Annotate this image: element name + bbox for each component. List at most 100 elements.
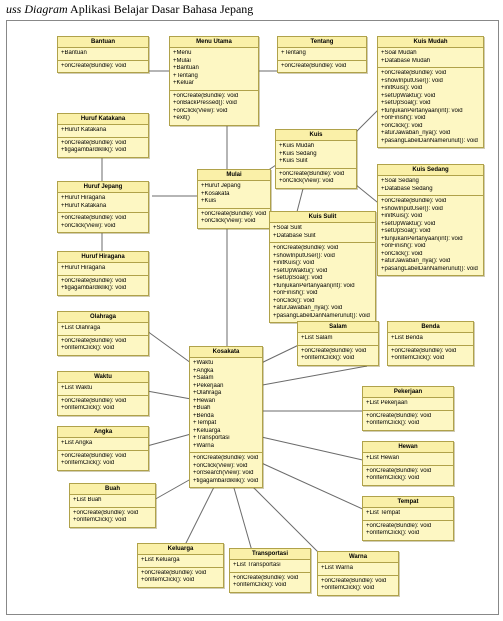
caption-italic: uss Diagram	[6, 2, 68, 16]
class-title: Kuis Sedang	[378, 165, 483, 176]
op-row: +setUpWaktu(): void	[381, 93, 480, 101]
attr-row: +List Hewan	[366, 455, 450, 463]
op-row: +onCreate(Bundle): void	[281, 63, 363, 71]
attr-row: +List Waktu	[61, 385, 145, 393]
class-attributes: +Soal Sedang+Database Sedang	[378, 176, 483, 196]
class-title: Tempat	[363, 497, 453, 508]
diagram-caption: uss Diagram Aplikasi Belajar Dasar Bahas…	[0, 0, 503, 17]
class-title: Benda	[388, 322, 473, 333]
attr-row: +Huruf Jepang	[201, 183, 267, 191]
class-huruf-katakana: Huruf Katakana+Huruf Katakana+onCreate(B…	[57, 113, 149, 158]
class-attributes: +List Keluarga	[138, 555, 223, 568]
op-row: +initKuis(): void	[381, 85, 480, 93]
class-attributes: +List Hewan	[363, 453, 453, 466]
class-attributes: +List Buah	[70, 495, 155, 508]
op-row: +onFinish(): void	[273, 290, 372, 298]
class-huruf-hiragana: Huruf Hiragana+Huruf Hiragana+onCreate(B…	[57, 251, 149, 296]
class-kosakata: Kosakata+Waktu+Angka+Salam+Pekerjaan+Ola…	[189, 346, 263, 488]
op-row: +aturJawaban_nya(): void	[273, 305, 372, 313]
class-attributes: +List Tempat	[363, 508, 453, 521]
attr-row: +Kuis Sedang	[279, 151, 353, 159]
class-operations: +onCreate(Bundle): void+onItemClick(): v…	[318, 576, 398, 595]
class-operations: +onCreate(Bundle): void	[278, 61, 366, 73]
class-salam: Salam+List Salam+onCreate(Bundle): void+…	[297, 321, 379, 366]
op-row: +onCreate(Bundle): void	[73, 510, 152, 518]
op-row: +onCreate(Bundle): void	[273, 245, 372, 253]
op-row: +pasangLabelDanNamerunut(): void	[381, 266, 480, 274]
class-attributes: +List Angka	[58, 438, 148, 451]
class-operations: +onCreate(Bundle): void+onItemClick(): v…	[298, 346, 378, 365]
class-title: Transportasi	[230, 549, 310, 560]
class-transportasi: Transportasi+List Transportasi+onCreate(…	[229, 548, 311, 593]
class-kuis-mudah: Kuis Mudah+Soal Mudah+Database Mudah +onC…	[377, 36, 484, 148]
class-operations: +onCreate(Bundle): void+onClick(View): v…	[58, 213, 148, 232]
attr-row: +Mulai	[173, 58, 255, 66]
op-row: +onCreate(Bundle): void	[61, 215, 145, 223]
op-row: +onClick(View): void	[61, 223, 145, 231]
op-row: +onCreate(Bundle): void	[201, 211, 267, 219]
attr-row: +Tentang	[281, 50, 363, 58]
op-row: +onCreate(Bundle): void	[141, 570, 220, 578]
attr-row: +Buah	[193, 405, 259, 413]
op-row: +onCreate(Bundle): void	[366, 523, 450, 531]
class-huruf-jepang: Huruf Jepang+Huruf Hiragana+Huruf Kataka…	[57, 181, 149, 233]
op-row: +onItemClick(): void	[366, 475, 450, 483]
class-title: Pekerjaan	[363, 387, 453, 398]
op-row: +tunjukanPertanyaan(int): void	[381, 236, 480, 244]
op-row: +onFinish(): void	[381, 115, 480, 123]
class-warna: Warna+List Warna+onCreate(Bundle): void+…	[317, 551, 399, 596]
class-operations: +onCreate(Bundle): void+showInputUser():…	[378, 196, 483, 275]
attr-row: +Tentang	[173, 73, 255, 81]
class-tentang: Tentang+Tentang+onCreate(Bundle): void	[277, 36, 367, 73]
attr-row: +Olahraga	[193, 390, 259, 398]
class-mulai: Mulai+Huruf Jepang+Kosakata+Kuis+onCreat…	[197, 169, 271, 229]
class-attributes: +Soal Mudah+Database Mudah	[378, 48, 483, 68]
class-title: Huruf Jepang	[58, 182, 148, 193]
op-row: +onCreate(Bundle): void	[381, 70, 480, 78]
op-row: +onCreate(Bundle): void	[61, 453, 145, 461]
op-row: +onItemClick(): void	[61, 405, 145, 413]
class-operations: +onCreate(Bundle): void+onItemClick(): v…	[388, 346, 473, 365]
op-row: +exit()	[173, 115, 255, 123]
op-row: +onItemClick(): void	[321, 585, 395, 593]
class-operations: +onCreate(Bundle): void+onItemClick(): v…	[58, 451, 148, 470]
attr-row: +Kuis	[201, 198, 267, 206]
class-title: Kosakata	[190, 347, 262, 358]
op-row: +setUpWaktu(): void	[273, 268, 372, 276]
class-kuis-sedang: Kuis Sedang+Soal Sedang+Database Sedang+…	[377, 164, 484, 276]
class-attributes: +List Salam	[298, 333, 378, 346]
class-olahraga: Olahraga+List Olahraga+onCreate(Bundle):…	[57, 311, 149, 356]
attr-row: +Waktu	[193, 360, 259, 368]
op-row: +initKuis(): void	[273, 260, 372, 268]
op-row: +onClick(View): void	[173, 108, 255, 116]
class-title: Kuis Mudah	[378, 37, 483, 48]
op-row: +onCreate(Bundle): void	[301, 348, 375, 356]
op-row: +pasangLabelDanNamerunut(): void	[381, 138, 480, 146]
attr-row: +Database Sedang	[381, 186, 480, 194]
attr-row: +List Benda	[391, 335, 470, 343]
op-row: +setUpSoal(): void	[381, 100, 480, 108]
class-waktu: Waktu+List Waktu+onCreate(Bundle): void+…	[57, 371, 149, 416]
class-attributes: +Soal Sulit+Database Sulit	[270, 223, 375, 243]
attr-row: +Transportasi	[193, 435, 259, 443]
attr-row: +List Salam	[301, 335, 375, 343]
attr-row: +Bantuan	[173, 65, 255, 73]
attr-row: +List Warna	[321, 565, 395, 573]
op-row: +setUpSoal(): void	[381, 228, 480, 236]
attr-row: +List Transportasi	[233, 562, 307, 570]
class-attributes: +Kuis Mudah+Kuis Sedang+Kuis Sulit	[276, 141, 356, 169]
class-attributes: +Huruf Hiragana+Huruf Katakana	[58, 193, 148, 213]
attr-row: +Huruf Katakana	[61, 203, 145, 211]
op-row: +onClick(): void	[273, 298, 372, 306]
class-operations: +onCreate(Bundle): void+tigagambardiklik…	[58, 276, 148, 295]
diagram-canvas: Bantuan+Bantuan+onCreate(Bundle): void M…	[6, 20, 499, 615]
op-row: +onBackPressed(): void	[173, 100, 255, 108]
op-row: +onCreate(Bundle): void	[61, 338, 145, 346]
attr-row: +Database Mudah	[381, 58, 480, 66]
op-row: +onItemClick(): void	[366, 530, 450, 538]
op-row: +onItemClick(): void	[233, 582, 307, 590]
attr-row: +Soal Sedang	[381, 178, 480, 186]
op-row: +onCreate(Bundle): void	[61, 140, 145, 148]
op-row: +showInputUser(): void	[273, 253, 372, 261]
op-row: +onCreate(Bundle): void	[321, 578, 395, 586]
